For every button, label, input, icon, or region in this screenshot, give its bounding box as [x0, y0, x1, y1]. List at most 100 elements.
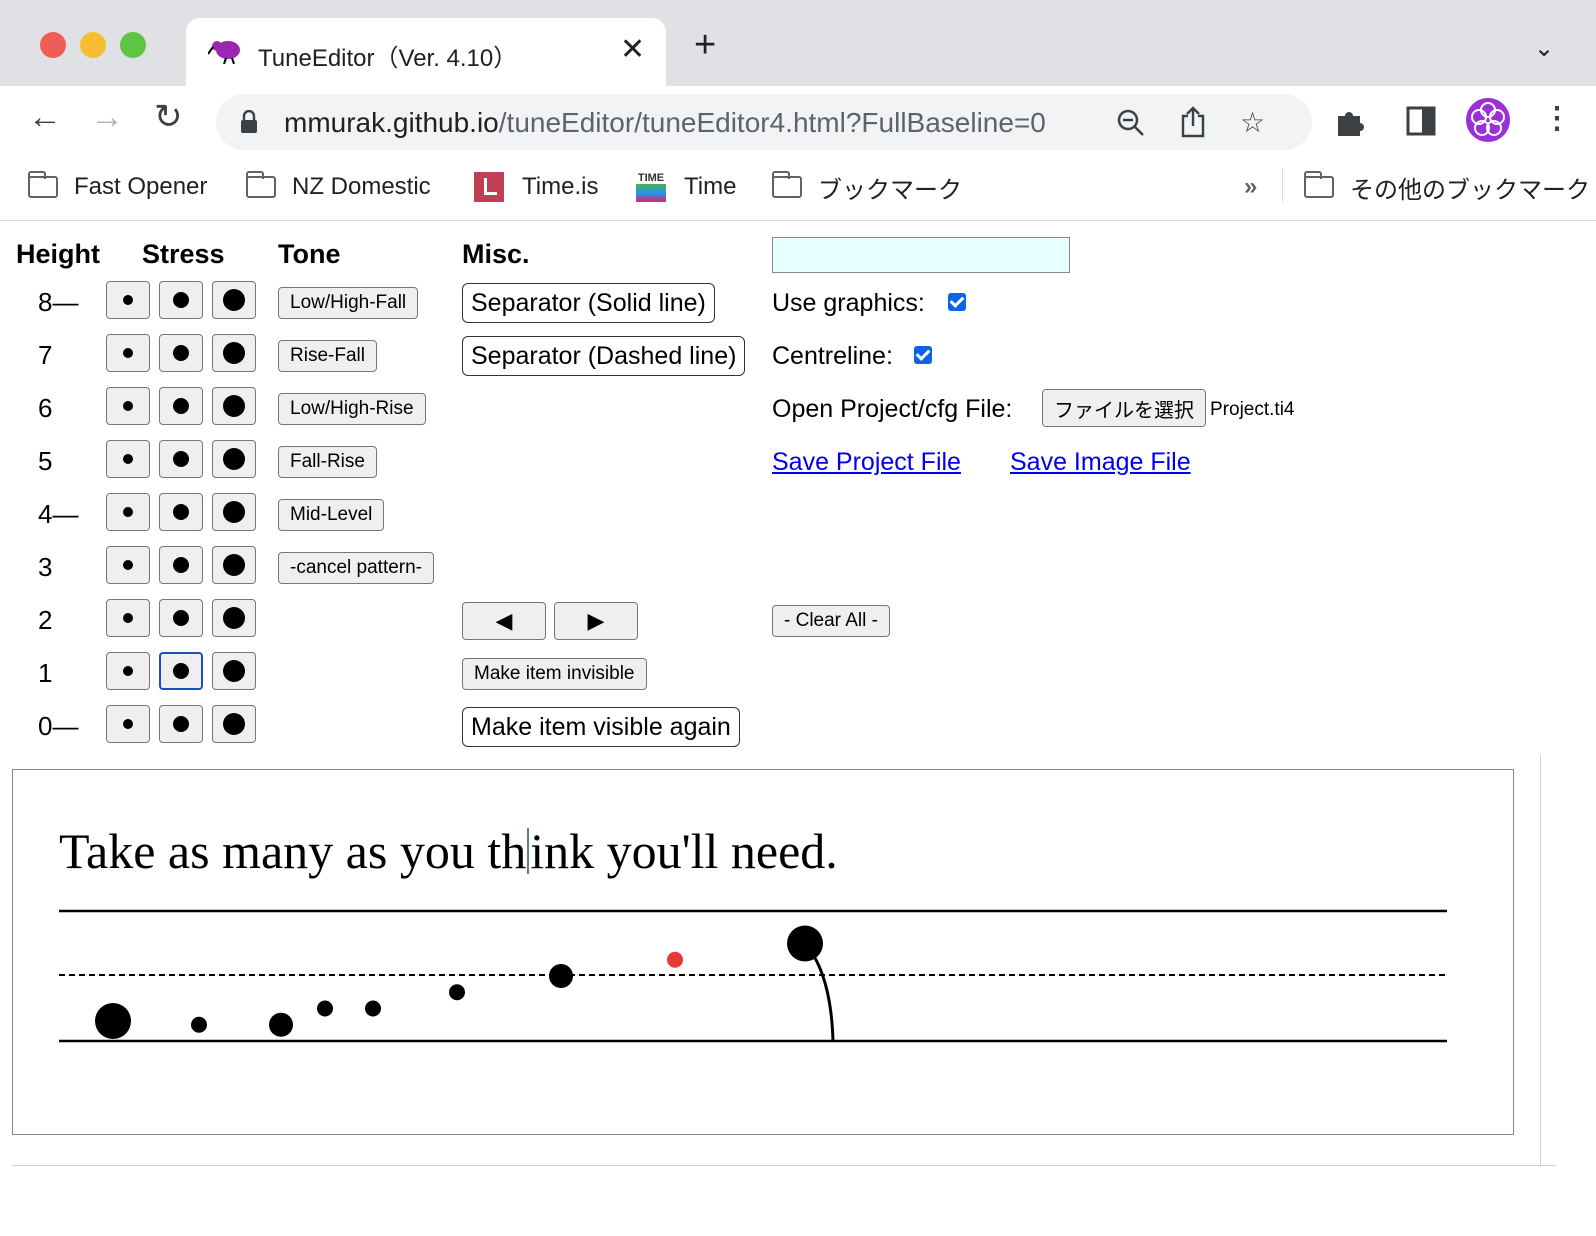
side-panel-icon[interactable] — [1406, 106, 1436, 136]
height-label: 4— — [38, 499, 79, 529]
stress-button[interactable] — [106, 493, 150, 531]
height-label: 5 — [38, 446, 53, 476]
stress-button[interactable] — [106, 652, 150, 690]
tone-cancel-pattern-button[interactable]: -cancel pattern- — [278, 552, 435, 584]
address-bar[interactable]: mmurak.github.io/tuneEditor/tuneEditor4.… — [216, 94, 1312, 150]
zoom-window-button[interactable] — [120, 32, 146, 58]
browser-toolbar: ← → ↻ mmurak.github.io/tuneEditor/tuneEd… — [0, 86, 1596, 158]
minimize-window-button[interactable] — [80, 32, 106, 58]
stress-button[interactable] — [106, 334, 150, 372]
tune-dot[interactable] — [549, 964, 573, 988]
stress-button[interactable] — [212, 387, 256, 425]
tone-rise-fall-button[interactable]: Rise-Fall — [278, 340, 377, 372]
more-menu-icon[interactable]: ⋮ — [1542, 104, 1572, 134]
stress-button[interactable] — [212, 652, 256, 690]
save-image-link[interactable]: Save Image File — [1010, 448, 1191, 477]
move-right-button[interactable]: ▶ — [554, 602, 638, 640]
stress-dot-icon — [223, 289, 245, 311]
stress-button[interactable] — [212, 546, 256, 584]
stress-button[interactable] — [106, 387, 150, 425]
back-arrow-icon[interactable]: ← — [28, 100, 62, 134]
tune-dot-selected[interactable] — [667, 951, 683, 968]
triangle-right-icon: ▶ — [587, 608, 605, 633]
stress-button[interactable] — [106, 546, 150, 584]
bookmark-nz-domestic[interactable]: NZ Domestic — [246, 170, 431, 204]
tune-dot[interactable] — [317, 1000, 333, 1017]
stress-button[interactable] — [106, 440, 150, 478]
stress-button[interactable] — [212, 334, 256, 372]
save-project-link[interactable]: Save Project File — [772, 448, 961, 477]
zoom-out-icon[interactable] — [1116, 108, 1146, 138]
stress-button[interactable] — [212, 281, 256, 319]
make-item-visible-button[interactable]: Make item visible again — [462, 707, 740, 747]
stress-dot-icon — [223, 554, 245, 576]
tone-low-high-rise-button[interactable]: Low/High-Rise — [278, 393, 426, 425]
chevron-down-icon[interactable]: ⌄ — [1534, 34, 1554, 63]
height-label: 7 — [38, 340, 53, 370]
choose-file-button[interactable]: ファイルを選択 — [1042, 389, 1206, 427]
text-input[interactable] — [772, 237, 1070, 273]
stress-button[interactable] — [159, 440, 203, 478]
bookmark-fast-opener[interactable]: Fast Opener — [28, 170, 207, 204]
stress-button[interactable] — [159, 546, 203, 584]
tune-dot[interactable] — [191, 1016, 207, 1033]
stress-button[interactable] — [159, 599, 203, 637]
make-item-invisible-button[interactable]: Make item invisible — [462, 658, 647, 690]
stress-dot-icon — [123, 454, 133, 464]
centreline-checkbox[interactable] — [914, 346, 932, 364]
bookmark-other-bookmarks[interactable]: その他のブックマーク — [1304, 170, 1590, 204]
use-graphics-label: Use graphics: — [772, 289, 925, 317]
bookmark-folder-bookmarks[interactable]: ブックマーク — [772, 170, 962, 204]
stress-dot-icon — [223, 448, 245, 470]
more-bookmarks-chevron-icon[interactable]: » — [1244, 170, 1257, 204]
stress-button[interactable] — [159, 334, 203, 372]
stress-dot-icon — [223, 395, 245, 417]
stress-button[interactable] — [212, 599, 256, 637]
separator-solid-button[interactable]: Separator (Solid line) — [462, 283, 715, 323]
tune-dot[interactable] — [787, 925, 823, 962]
stress-button[interactable] — [159, 493, 203, 531]
close-window-button[interactable] — [40, 32, 66, 58]
tone-fall-rise-button[interactable]: Fall-Rise — [278, 446, 377, 478]
tune-dot[interactable] — [95, 1003, 131, 1039]
bookmark-time[interactable]: TIME Time — [636, 170, 736, 204]
tab-tuneeditor[interactable]: TuneEditor（Ver. 4.10） ✕ — [186, 18, 666, 86]
stress-button[interactable] — [212, 440, 256, 478]
stress-button[interactable] — [159, 705, 203, 743]
tune-canvas[interactable]: Take as many as you think you'll need. — [12, 769, 1514, 1135]
tone-header: Tone — [278, 239, 341, 269]
profile-avatar[interactable] — [1466, 98, 1510, 142]
new-tab-plus-icon[interactable]: + — [694, 26, 716, 64]
tune-dot[interactable] — [269, 1012, 293, 1037]
time-favicon-icon: TIME — [636, 172, 666, 202]
tune-dot[interactable] — [449, 984, 465, 1001]
separator-dashed-button[interactable]: Separator (Dashed line) — [462, 336, 746, 376]
bookmark-star-icon[interactable]: ☆ — [1240, 106, 1265, 139]
bookmark-time-is[interactable]: Time.is — [474, 170, 598, 204]
tune-graph — [59, 909, 1447, 1043]
stress-button[interactable] — [159, 281, 203, 319]
stress-dot-icon — [223, 342, 245, 364]
stress-button[interactable] — [159, 387, 203, 425]
forward-arrow-icon[interactable]: → — [90, 100, 124, 134]
tune-dot[interactable] — [365, 1000, 381, 1017]
move-left-button[interactable]: ◀ — [462, 602, 546, 640]
clear-all-button[interactable]: - Clear All - — [772, 605, 890, 637]
reload-icon[interactable]: ↻ — [154, 100, 183, 134]
page-bottom-edge — [12, 1165, 1556, 1166]
stress-button[interactable] — [106, 705, 150, 743]
tone-low-high-fall-button[interactable]: Low/High-Fall — [278, 287, 419, 319]
use-graphics-checkbox[interactable] — [948, 293, 966, 311]
stress-button[interactable] — [159, 652, 203, 690]
stress-dot-icon — [173, 610, 189, 626]
stress-dot-icon — [123, 348, 133, 358]
stress-button[interactable] — [212, 705, 256, 743]
stress-button[interactable] — [212, 493, 256, 531]
stress-dot-icon — [223, 501, 245, 523]
extensions-puzzle-icon[interactable] — [1334, 106, 1366, 138]
tone-mid-level-button[interactable]: Mid-Level — [278, 499, 385, 531]
stress-button[interactable] — [106, 281, 150, 319]
stress-button[interactable] — [106, 599, 150, 637]
share-icon[interactable] — [1180, 106, 1206, 138]
close-icon[interactable]: ✕ — [620, 32, 645, 67]
